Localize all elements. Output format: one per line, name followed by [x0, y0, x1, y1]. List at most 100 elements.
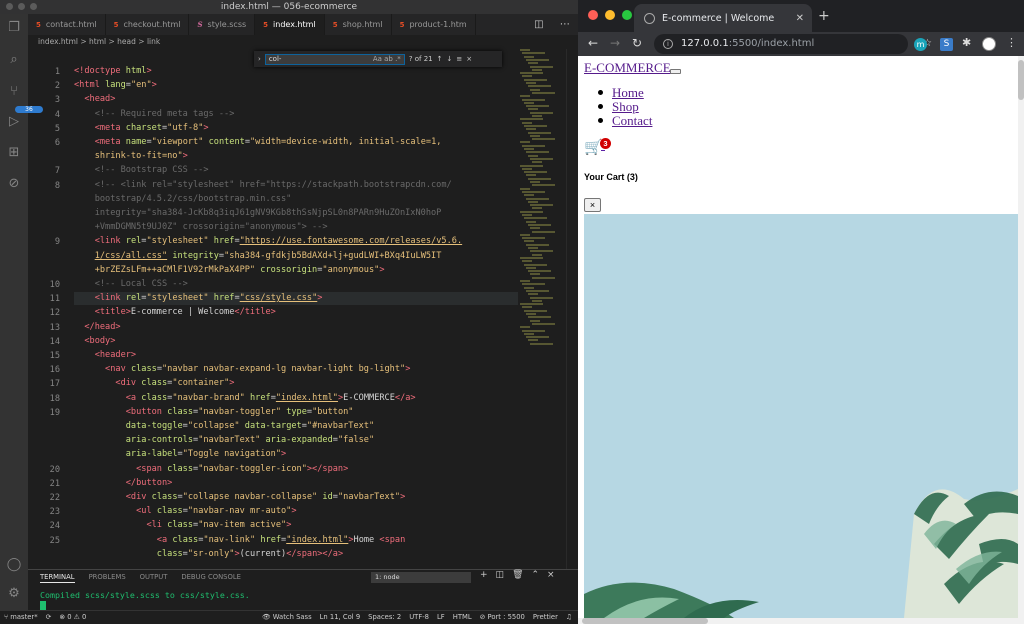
cursor-position[interactable]: Ln 11, Col 9 — [320, 611, 361, 624]
code-line[interactable]: <link rel="stylesheet" href="https://use… — [74, 235, 534, 248]
code-line[interactable]: </head> — [74, 321, 534, 334]
notification-icon[interactable]: ♫ — [566, 611, 572, 624]
close-panel-icon[interactable]: × — [547, 570, 555, 580]
code-line[interactable]: <body> — [74, 335, 534, 348]
code-line[interactable]: <head> — [74, 93, 534, 106]
zoom-light[interactable] — [30, 3, 37, 10]
navbar-toggler[interactable] — [670, 69, 681, 74]
code-line[interactable]: <!-- Bootstrap CSS --> — [74, 164, 534, 177]
code-line[interactable]: <ul class="navbar-nav mr-auto"> — [74, 505, 534, 518]
code-line[interactable]: <!-- Local CSS --> — [74, 278, 534, 291]
account-icon[interactable]: ◯ — [0, 557, 28, 572]
source-control-icon[interactable]: ⑂ — [0, 84, 28, 99]
minimap[interactable] — [518, 49, 566, 569]
code-line[interactable]: shrink-to-fit=no"> — [74, 150, 534, 163]
panel-tab-problems[interactable]: PROBLEMS — [89, 573, 126, 583]
panel-tab-terminal[interactable]: TERMINAL — [40, 573, 75, 583]
code-line[interactable]: <div class="collapse navbar-collapse" id… — [74, 491, 534, 504]
explorer-icon[interactable]: ❐ — [0, 20, 28, 35]
eol[interactable]: LF — [437, 611, 445, 624]
tab-style-scss[interactable]: Sstyle.scss — [189, 14, 256, 35]
split-editor-icon[interactable]: ◫ — [534, 19, 543, 30]
sync-icon[interactable]: ⟳ — [46, 611, 52, 624]
code-line[interactable]: <button class="navbar-toggler" type="but… — [74, 406, 534, 419]
reload-icon[interactable]: ↻ — [632, 36, 642, 50]
scroll-thumb[interactable] — [1018, 60, 1024, 100]
code-line[interactable]: <meta charset="utf-8"> — [74, 122, 534, 135]
hscroll-thumb[interactable] — [582, 618, 708, 624]
code-line[interactable]: <span class="navbar-toggler-icon"></span… — [74, 463, 534, 476]
find-options[interactable]: Aa ab .* — [373, 55, 401, 64]
arrow-up-icon[interactable]: ↑ — [437, 55, 443, 63]
menu-icon[interactable]: ⋮ — [1006, 36, 1017, 49]
trash-icon[interactable]: 🗑 — [512, 570, 523, 580]
code-line[interactable]: <li class="nav-item active"> — [74, 519, 534, 532]
close-icon[interactable]: × — [466, 55, 472, 63]
minimize-light[interactable] — [18, 3, 25, 10]
plus-icon[interactable]: + — [480, 570, 488, 580]
tab-index-html[interactable]: 5 index.html — [255, 14, 325, 35]
back-icon[interactable]: ← — [588, 36, 598, 50]
info-icon[interactable]: i — [663, 39, 673, 49]
code-line[interactable]: <!-- <link rel="stylesheet" href="https:… — [74, 179, 534, 192]
prettier[interactable]: Prettier — [533, 611, 558, 624]
forward-icon[interactable]: → — [610, 36, 620, 50]
language-mode[interactable]: HTML — [453, 611, 472, 624]
close-light[interactable] — [588, 10, 598, 20]
profile-avatar[interactable] — [982, 37, 996, 51]
code-line[interactable]: <title>E-commerce | Welcome</title> — [74, 306, 534, 319]
browser-tab[interactable]: E-commerce | Welcome ✕ — [634, 4, 812, 32]
split-icon[interactable]: ◫ — [496, 570, 505, 580]
code-line[interactable]: <meta name="viewport" content="width=dev… — [74, 136, 534, 149]
terminal-select[interactable]: 1: node — [371, 572, 471, 583]
address-bar[interactable]: i 127.0.0.1:5500/index.html ☆ — [654, 34, 932, 54]
minimize-light[interactable] — [605, 10, 615, 20]
extension-m-icon[interactable]: m — [914, 38, 927, 51]
run-debug-icon[interactable]: ▷ — [0, 114, 28, 129]
code-line[interactable]: bootstrap/4.5.2/css/bootstrap.min.css" — [74, 193, 534, 206]
panel-tab-output[interactable]: OUTPUT — [140, 573, 168, 583]
editor-scrollbar[interactable] — [566, 49, 578, 569]
code-line[interactable]: </button> — [74, 477, 534, 490]
chevron-up-icon[interactable]: ⌃ — [532, 570, 540, 580]
tab-checkout-html[interactable]: 5 checkout.html — [106, 14, 190, 35]
panel-tab-debug-console[interactable]: DEBUG CONSOLE — [181, 573, 241, 583]
nav-link-contact[interactable]: Contact — [612, 113, 652, 128]
code-line[interactable]: aria-controls="navbarText" aria-expanded… — [74, 434, 534, 447]
code-line[interactable]: aria-label="Toggle navigation"> — [74, 448, 534, 461]
selection-icon[interactable]: ≡ — [456, 55, 462, 63]
code-line[interactable]: class="sr-only">(current)</span></a> — [74, 548, 534, 561]
code-line[interactable]: <header> — [74, 349, 534, 362]
code-editor[interactable]: 1 <!doctype html> 2 <html lang="en"> 3 <head… — [28, 49, 534, 569]
arrow-down-icon[interactable]: ↓ — [447, 55, 453, 63]
gear-icon[interactable]: ⚙ — [0, 586, 28, 601]
close-tab-icon[interactable]: ✕ — [796, 13, 804, 24]
code-line[interactable]: 1/css/all.css" integrity="sha384-gfdkjb5… — [74, 250, 534, 263]
code-line[interactable]: data-toggle="collapse" data-target="#nav… — [74, 420, 534, 433]
code-line[interactable]: <a class="nav-link" href="index.html">Ho… — [74, 534, 534, 547]
code-line[interactable]: <nav class="navbar navbar-expand-lg navb… — [74, 363, 534, 376]
breadcrumb[interactable]: index.html > html > head > link — [28, 35, 518, 49]
code-line[interactable]: <a class="navbar-brand" href="index.html… — [74, 392, 534, 405]
code-line[interactable]: <div class="container"> — [74, 377, 534, 390]
chevron-right-icon[interactable]: › — [258, 55, 261, 63]
encoding[interactable]: UTF-8 — [409, 611, 429, 624]
tab-shop-html[interactable]: 5 shop.html — [325, 14, 392, 35]
extension-s-icon[interactable]: S — [940, 38, 953, 51]
watch-sass-button[interactable]: 👁 Watch Sass — [262, 611, 312, 624]
tab-contact-html[interactable]: 5 contact.html — [28, 14, 106, 35]
page-scrollbar[interactable] — [1018, 56, 1024, 618]
search-icon[interactable]: ⌕ — [0, 52, 28, 67]
code-line[interactable]: <!-- Required meta tags --> — [74, 108, 534, 121]
code-line[interactable]: integrity="sha384-JcKb8q3iqJ61gNV9KGb8th… — [74, 207, 534, 220]
code-line[interactable]: <link rel="stylesheet" href="css/style.c… — [74, 292, 534, 306]
zoom-light[interactable] — [622, 10, 632, 20]
problems-indicator[interactable]: ⊗ 0 ⚠ 0 — [59, 611, 86, 624]
code-line[interactable]: +VmmDGMN5t9UJ0Z" crossorigin="anonymous"… — [74, 221, 534, 234]
remote-icon[interactable]: ⊘ — [0, 176, 28, 191]
indentation[interactable]: Spaces: 2 — [368, 611, 401, 624]
more-icon[interactable]: ⋯ — [560, 19, 570, 30]
close-light[interactable] — [6, 3, 13, 10]
nav-link-shop[interactable]: Shop — [612, 99, 639, 114]
new-tab-button[interactable]: + — [818, 8, 830, 24]
